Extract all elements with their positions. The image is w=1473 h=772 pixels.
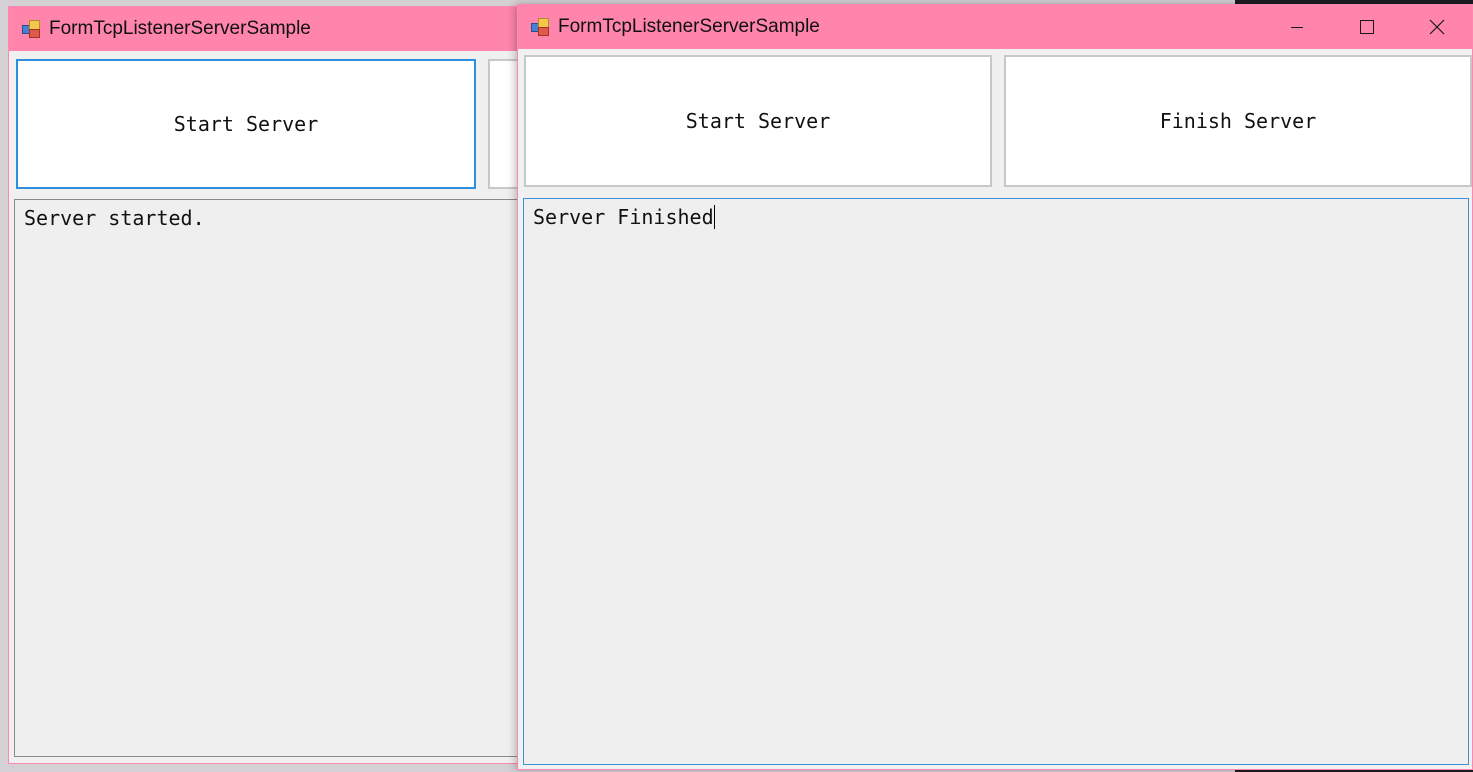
- maximize-icon: [1360, 20, 1374, 34]
- start-server-button[interactable]: Start Server: [524, 55, 992, 187]
- close-button[interactable]: [1402, 5, 1472, 49]
- title-bar[interactable]: FormTcpListenerServerSample: [9, 7, 547, 51]
- title-bar[interactable]: FormTcpListenerServerSample: [518, 5, 1472, 49]
- front-window: FormTcpListenerServerSample Start Server: [517, 4, 1473, 770]
- log-text: Server started.: [24, 206, 205, 230]
- app-icon: [22, 20, 40, 38]
- log-textbox[interactable]: Server Finished: [523, 198, 1469, 765]
- minimize-button[interactable]: [1262, 5, 1332, 49]
- finish-server-button[interactable]: Finish Server: [1004, 55, 1472, 187]
- finish-server-label: Finish Server: [1159, 109, 1317, 133]
- text-caret: [713, 205, 715, 229]
- maximize-button[interactable]: [1332, 5, 1402, 49]
- back-window: FormTcpListenerServerSample Start Server…: [8, 6, 554, 764]
- minimize-icon: [1291, 27, 1303, 28]
- start-server-button[interactable]: Start Server: [16, 59, 476, 189]
- log-textbox[interactable]: Server started.: [14, 199, 554, 757]
- close-icon: [1429, 19, 1445, 35]
- start-server-label: Start Server: [173, 112, 319, 136]
- window-title: FormTcpListenerServerSample: [558, 16, 820, 37]
- app-icon: [531, 18, 549, 36]
- start-server-label: Start Server: [685, 109, 831, 133]
- window-title: FormTcpListenerServerSample: [49, 18, 311, 39]
- log-text: Server Finished: [533, 205, 714, 229]
- window-controls: [1262, 5, 1472, 49]
